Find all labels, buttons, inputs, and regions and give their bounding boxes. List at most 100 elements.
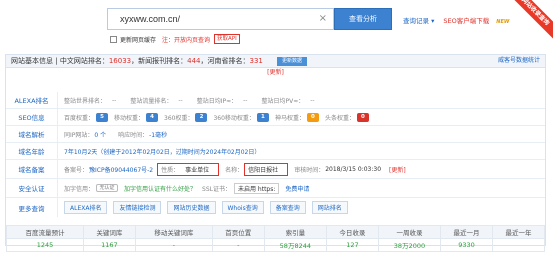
stats-value[interactable]: 1245 bbox=[6, 238, 84, 252]
security-row: 安全认证 加字信用： 无认证 加字信用认证有什么好处？ SSL证书： 未启用 h… bbox=[6, 179, 545, 198]
alexa-world-label: 整站世界排名： bbox=[64, 97, 107, 105]
more-link-record[interactable]: 备案查询 bbox=[269, 201, 306, 214]
shenma-weight-badge[interactable]: 0 bbox=[306, 112, 319, 122]
stats-value[interactable]: 38万2000 bbox=[377, 238, 442, 252]
alexa-pv-value: -- bbox=[310, 96, 315, 104]
stats-header: 今日收录 bbox=[325, 225, 379, 239]
mobile-weight-badge[interactable]: 4 bbox=[146, 112, 159, 122]
stats-header: 关键词库 bbox=[82, 225, 136, 239]
stats-value-row: 1245 1167 - - 58万8244 127 38万2000 9330 bbox=[6, 238, 545, 252]
news-rank-value: 444 bbox=[187, 57, 201, 65]
shenma-weight-label: 神马权重： bbox=[274, 114, 305, 122]
separator: | bbox=[55, 57, 58, 65]
same-ip-label: 同IP网站： bbox=[64, 131, 94, 139]
audit-time-label: 审核时间： bbox=[294, 166, 325, 174]
update-data-button[interactable]: 更新数据 bbox=[277, 57, 308, 66]
stats-header: 首页位置 bbox=[211, 225, 265, 239]
stats-link[interactable]: 威客号数据统计 bbox=[498, 55, 540, 67]
get-api-button[interactable]: 获取API bbox=[214, 34, 240, 44]
w360-weight-label: 360权重： bbox=[164, 114, 194, 122]
stats-value[interactable]: 9330 bbox=[440, 238, 493, 252]
https-status: 未启用 https: bbox=[234, 182, 280, 194]
new-badge: NEW bbox=[496, 19, 510, 25]
mobile-weight-label: 移动权重： bbox=[114, 114, 145, 122]
stats-header: 索引量 bbox=[263, 225, 327, 239]
security-label[interactable]: 安全认证 bbox=[6, 179, 58, 197]
domain-age-row: 域名年龄 7年10月2天（创建于2012年02月02日，过期时间为2024年02… bbox=[6, 143, 545, 160]
site-info-panel: 网站基本信息 | 中文网站排名：16033，新闻报刊排名：444，河南省排名：3… bbox=[5, 54, 546, 246]
search-input[interactable] bbox=[108, 9, 318, 29]
analyze-button[interactable]: 查看分析 bbox=[334, 8, 392, 30]
more-link-whois[interactable]: Whois查询 bbox=[221, 201, 264, 214]
stats-value[interactable]: 127 bbox=[325, 238, 379, 252]
record-no-value[interactable]: 豫ICP备09044067号-2 bbox=[89, 165, 153, 174]
free-apply-link[interactable]: 免费申请 bbox=[285, 184, 309, 193]
province-rank-value: 331 bbox=[249, 57, 263, 65]
stats-value[interactable]: 1167 bbox=[82, 238, 136, 252]
stats-header: 移动关键词库 bbox=[134, 225, 213, 239]
record-name-box: 信阳日报社 bbox=[244, 162, 289, 176]
w360-weight-badge[interactable]: 2 bbox=[195, 112, 208, 122]
cache-checkbox[interactable] bbox=[110, 35, 117, 43]
nature-value: 事业单位 bbox=[185, 166, 210, 174]
stats-value bbox=[492, 238, 545, 252]
response-value: -1毫秒 bbox=[149, 131, 168, 139]
seo-row: SEO信息 百度权重： 5 移动权重： 4 360权重： 2 360移动权重： 1 神马… bbox=[6, 109, 545, 126]
toutiao-weight-badge[interactable]: 0 bbox=[356, 112, 369, 122]
search-box: × bbox=[107, 8, 334, 30]
record-row: 域名备案 备案号： 豫ICP备09044067号-2 性质： 事业单位 名称： 信阳… bbox=[6, 160, 545, 179]
cert-label: 加字信用： bbox=[64, 185, 95, 193]
cert-benefit-link[interactable]: 加字信用认证有什么好处？ bbox=[124, 184, 196, 193]
stats-value: - bbox=[134, 238, 213, 252]
m360-weight-label: 360移动权重： bbox=[213, 114, 255, 122]
stats-header: 一周收录 bbox=[377, 225, 442, 239]
stats-header: 最近一月 bbox=[440, 225, 493, 239]
stats-header-row: 百度流量预计 关键词库 移动关键词库 首页位置 索引量 今日收录 一周收录 最近… bbox=[6, 225, 545, 239]
alexa-ip-label: 整站日均IP≈： bbox=[196, 97, 238, 105]
province-rank-label: 河南省排名： bbox=[207, 57, 250, 65]
history-link[interactable]: 查询记录 ▾ bbox=[403, 17, 434, 25]
alexa-row: ALEXA排名 整站世界排名： -- 整站流量排名： -- 整站日均IP≈： -- 整… bbox=[6, 92, 545, 109]
alexa-world-value: -- bbox=[112, 96, 117, 104]
options-row: 更新网页缓存 注：开放内页查询 获取API bbox=[110, 34, 240, 44]
cn-rank-label: 中文网站排名： bbox=[59, 57, 109, 65]
more-link-friendlink[interactable]: 友情链接检测 bbox=[113, 201, 162, 214]
more-link-history[interactable]: 网站历史数据 bbox=[167, 201, 216, 214]
alexa-traffic-value: -- bbox=[178, 96, 183, 104]
stats-header: 百度流量预计 bbox=[6, 225, 84, 239]
clear-icon[interactable]: × bbox=[319, 13, 327, 25]
stats-header: 最近一年 bbox=[492, 225, 545, 239]
more-link-alexa[interactable]: ALEXA排名 bbox=[64, 201, 108, 214]
alexa-traffic-label: 整站流量排名： bbox=[130, 97, 173, 105]
toutiao-weight-label: 头条权重： bbox=[324, 114, 355, 122]
no-cert-icon: 无认证 bbox=[96, 184, 119, 192]
domain-resolve-row: 域名解析 同IP网站： 0 个 响应时间： -1毫秒 bbox=[6, 126, 545, 143]
domain-resolve-label[interactable]: 域名解析 bbox=[6, 126, 58, 142]
panel-header: 网站基本信息 | 中文网站排名：16033，新闻报刊排名：444，河南省排名：3… bbox=[6, 55, 545, 68]
record-refresh-link[interactable]: [更新] bbox=[389, 165, 406, 174]
seo-client-link[interactable]: SEO客户端下载 bbox=[443, 17, 489, 25]
refresh-link[interactable]: [更新] bbox=[6, 68, 545, 78]
m360-weight-badge[interactable]: 1 bbox=[256, 112, 269, 122]
alexa-ip-value: -- bbox=[243, 96, 248, 104]
news-rank-label: 新闻报刊排名： bbox=[138, 57, 188, 65]
name-value: 信阳日报社 bbox=[248, 166, 279, 174]
stats-table: 百度流量预计 关键词库 移动关键词库 首页位置 索引量 今日收录 一周收录 最近… bbox=[6, 225, 545, 252]
domain-age-label[interactable]: 域名年龄 bbox=[6, 143, 58, 159]
domain-age-text: 7年10月2天（创建于2012年02月02日，过期时间为2024年02月02日） bbox=[64, 148, 261, 156]
cache-label: 更新网页缓存 bbox=[120, 36, 157, 44]
more-label: 更多查询 bbox=[6, 198, 58, 217]
seo-label[interactable]: SEO信息 bbox=[6, 109, 58, 125]
record-label[interactable]: 域名备案 bbox=[6, 160, 58, 178]
top-links: 查询记录 ▾ SEO客户端下载 NEW bbox=[403, 15, 516, 25]
same-ip-value[interactable]: 0 个 bbox=[94, 130, 106, 139]
more-link-rank[interactable]: 网站排名 bbox=[311, 201, 348, 214]
audit-time-value: 2018/3/15 0:03:30 bbox=[325, 165, 382, 173]
response-label: 响应时间： bbox=[118, 131, 149, 139]
stats-value[interactable]: 58万8244 bbox=[263, 238, 327, 252]
cn-rank-value: 16033 bbox=[108, 57, 132, 65]
baidu-weight-badge[interactable]: 5 bbox=[96, 112, 109, 122]
alexa-label[interactable]: ALEXA排名 bbox=[6, 92, 58, 108]
ssl-label: SSL证书： bbox=[202, 185, 231, 193]
record-nature-box: 性质： 事业单位 bbox=[157, 162, 220, 176]
